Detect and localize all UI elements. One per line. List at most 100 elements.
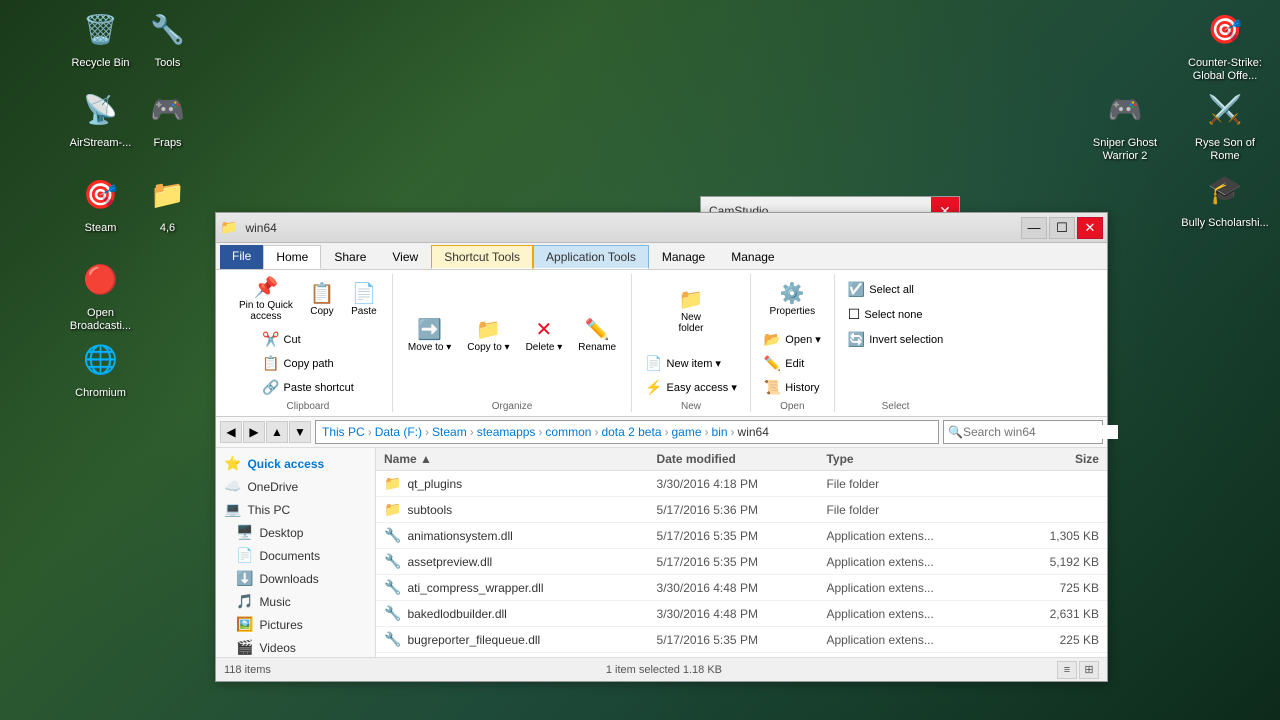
- copy-path-button[interactable]: 📋 Copy path: [257, 352, 359, 375]
- breadcrumb-bin[interactable]: bin: [712, 425, 728, 439]
- cut-label: Cut: [284, 334, 301, 346]
- file-name: subtools: [407, 503, 452, 517]
- file-type: Application extens...: [818, 551, 988, 573]
- maximize-button[interactable]: ☐: [1049, 217, 1075, 239]
- tab-application-tools[interactable]: Application Tools: [533, 245, 649, 269]
- fraps-icon: 🎮: [144, 85, 192, 133]
- breadcrumb-common[interactable]: common: [545, 425, 591, 439]
- search-bar[interactable]: 🔍: [943, 420, 1103, 444]
- table-row[interactable]: 🔧 bakedlodbuilder.dll 3/30/2016 4:48 PM …: [376, 601, 1107, 627]
- recent-button[interactable]: ▼: [289, 421, 311, 443]
- desktop-icon-chromium[interactable]: 🌐 Chromium: [63, 335, 138, 400]
- nav-downloads[interactable]: ⬇️ Downloads: [216, 567, 375, 590]
- delete-button[interactable]: ✕ Delete ▾: [519, 316, 570, 357]
- paste-label: Paste: [351, 306, 377, 317]
- file-icon: 🔧: [384, 605, 401, 622]
- new-item-button[interactable]: 📄 New item ▾: [640, 352, 742, 375]
- desktop-icon-bully[interactable]: 🎓 Bully Scholarshi...: [1180, 165, 1270, 230]
- tab-shortcut-tools[interactable]: Shortcut Tools: [431, 245, 533, 269]
- desktop-icon-recycle-bin[interactable]: 🗑️ Recycle Bin: [63, 5, 138, 70]
- desktop-icon-fraps[interactable]: 🎮 Fraps: [130, 85, 205, 150]
- table-row[interactable]: 📁 qt_plugins 3/30/2016 4:18 PM File fold…: [376, 471, 1107, 497]
- table-row[interactable]: 🔧 bugreporter_filequeue.dll 5/17/2016 5:…: [376, 627, 1107, 653]
- breadcrumb-dota2[interactable]: dota 2 beta: [601, 425, 661, 439]
- col-header-size[interactable]: Size: [988, 448, 1107, 470]
- table-row[interactable]: 🔧 assetpreview.dll 5/17/2016 5:35 PM App…: [376, 549, 1107, 575]
- desktop-icon-airstream[interactable]: 📡 AirStream-...: [63, 85, 138, 150]
- copy-to-button[interactable]: 📁 Copy to ▾: [460, 316, 516, 357]
- tab-view[interactable]: View: [379, 245, 431, 269]
- paste-shortcut-button[interactable]: 🔗 Paste shortcut: [257, 376, 359, 399]
- table-row[interactable]: 🔧 ati_compress_wrapper.dll 3/30/2016 4:4…: [376, 575, 1107, 601]
- move-label: Move to ▾: [408, 342, 451, 353]
- col-header-type[interactable]: Type: [818, 448, 988, 470]
- easy-access-button[interactable]: ⚡ Easy access ▾: [640, 376, 742, 399]
- select-all-button[interactable]: ☑️ Select all: [843, 278, 948, 301]
- nav-quick-access[interactable]: ⭐ Quick access: [216, 452, 375, 475]
- details-view-button[interactable]: ⊞: [1079, 661, 1099, 679]
- nav-music[interactable]: 🎵 Music: [216, 590, 375, 613]
- pin-label: Pin to Quickaccess: [239, 300, 293, 322]
- pin-icon: 📌: [254, 278, 279, 298]
- copy-button[interactable]: 📋 Copy: [302, 280, 342, 321]
- pin-to-quick-access-button[interactable]: 📌 Pin to Quickaccess: [232, 274, 300, 326]
- edit-button[interactable]: ✏️ Edit: [759, 352, 826, 375]
- breadcrumb-dataf[interactable]: Data (F:): [375, 425, 422, 439]
- list-view-button[interactable]: ≡: [1057, 661, 1077, 679]
- minimize-button[interactable]: —: [1021, 217, 1047, 239]
- tab-share[interactable]: Share: [321, 245, 379, 269]
- col-header-name[interactable]: Name ▲: [376, 448, 649, 470]
- table-row[interactable]: 📁 subtools 5/17/2016 5:36 PM File folder: [376, 497, 1107, 523]
- desktop-icon-tools[interactable]: 🔧 Tools: [130, 5, 205, 70]
- move-to-button[interactable]: ➡️ Move to ▾: [401, 316, 458, 357]
- back-button[interactable]: ◀: [220, 421, 242, 443]
- invert-selection-button[interactable]: 🔄 Invert selection: [843, 328, 948, 351]
- table-row[interactable]: 🔧 animationsystem.dll 5/17/2016 5:35 PM …: [376, 523, 1107, 549]
- address-breadcrumb[interactable]: This PC › Data (F:) › Steam › steamapps …: [315, 420, 939, 444]
- tab-file[interactable]: File: [220, 245, 263, 269]
- history-button[interactable]: 📜 History: [759, 376, 826, 399]
- downloads-icon: ⬇️: [236, 570, 253, 587]
- tab-home[interactable]: Home: [263, 245, 321, 269]
- tab-manage-2[interactable]: Manage: [718, 245, 787, 269]
- new-folder-button[interactable]: 📁 Newfolder: [671, 286, 711, 338]
- desktop-icon-ryse[interactable]: ⚔️ Ryse Son of Rome: [1180, 85, 1270, 163]
- properties-button[interactable]: ⚙️ Properties: [763, 280, 823, 321]
- nav-documents[interactable]: 📄 Documents: [216, 544, 375, 567]
- edit-label: Edit: [785, 358, 804, 370]
- nav-pictures[interactable]: 🖼️ Pictures: [216, 613, 375, 636]
- open-button[interactable]: 📂 Open ▾: [759, 328, 826, 351]
- counterstrike-icon: 🎯: [1201, 5, 1249, 53]
- desktop-icon-counterstrike[interactable]: 🎯 Counter-Strike: Global Offe...: [1180, 5, 1270, 83]
- breadcrumb-steamapps[interactable]: steamapps: [477, 425, 536, 439]
- close-button[interactable]: ✕: [1077, 217, 1103, 239]
- folder46-icon: 📁: [144, 170, 192, 218]
- desktop-icon-folder46[interactable]: 📁 4,6: [130, 170, 205, 235]
- search-input[interactable]: [963, 425, 1118, 439]
- desktop-icon-obs[interactable]: 🔴 Open Broadcasti...: [63, 255, 138, 333]
- nav-videos[interactable]: 🎬 Videos: [216, 636, 375, 657]
- nav-thispc[interactable]: 💻 This PC: [216, 498, 375, 521]
- breadcrumb-thispc[interactable]: This PC: [322, 425, 365, 439]
- select-none-button[interactable]: ☐ Select none: [843, 303, 948, 326]
- paste-button[interactable]: 📄 Paste: [344, 280, 384, 321]
- invert-icon: 🔄: [848, 331, 865, 348]
- forward-button[interactable]: ▶: [243, 421, 265, 443]
- col-header-date[interactable]: Date modified: [649, 448, 819, 470]
- open-icon: 📂: [764, 331, 781, 348]
- ribbon-group-select: ☑️ Select all ☐ Select none 🔄 Invert sel…: [835, 274, 956, 412]
- breadcrumb-steam[interactable]: Steam: [432, 425, 467, 439]
- tab-manage-1[interactable]: Manage: [649, 245, 718, 269]
- file-date: 5/17/2016 5:35 PM: [649, 551, 819, 573]
- properties-label: Properties: [770, 306, 816, 317]
- nav-desktop[interactable]: 🖥️ Desktop: [216, 521, 375, 544]
- desktop-icon-sniperghost[interactable]: 🎮 Sniper Ghost Warrior 2: [1080, 85, 1170, 163]
- breadcrumb-sep-5: ›: [594, 425, 598, 439]
- breadcrumb-game[interactable]: game: [672, 425, 702, 439]
- nav-onedrive[interactable]: ☁️ OneDrive: [216, 475, 375, 498]
- up-button[interactable]: ▲: [266, 421, 288, 443]
- desktop-icon-steam[interactable]: 🎯 Steam: [63, 170, 138, 235]
- cut-button[interactable]: ✂️ Cut: [257, 328, 359, 351]
- nav-videos-label: Videos: [259, 641, 295, 655]
- rename-button[interactable]: ✏️ Rename: [571, 316, 623, 357]
